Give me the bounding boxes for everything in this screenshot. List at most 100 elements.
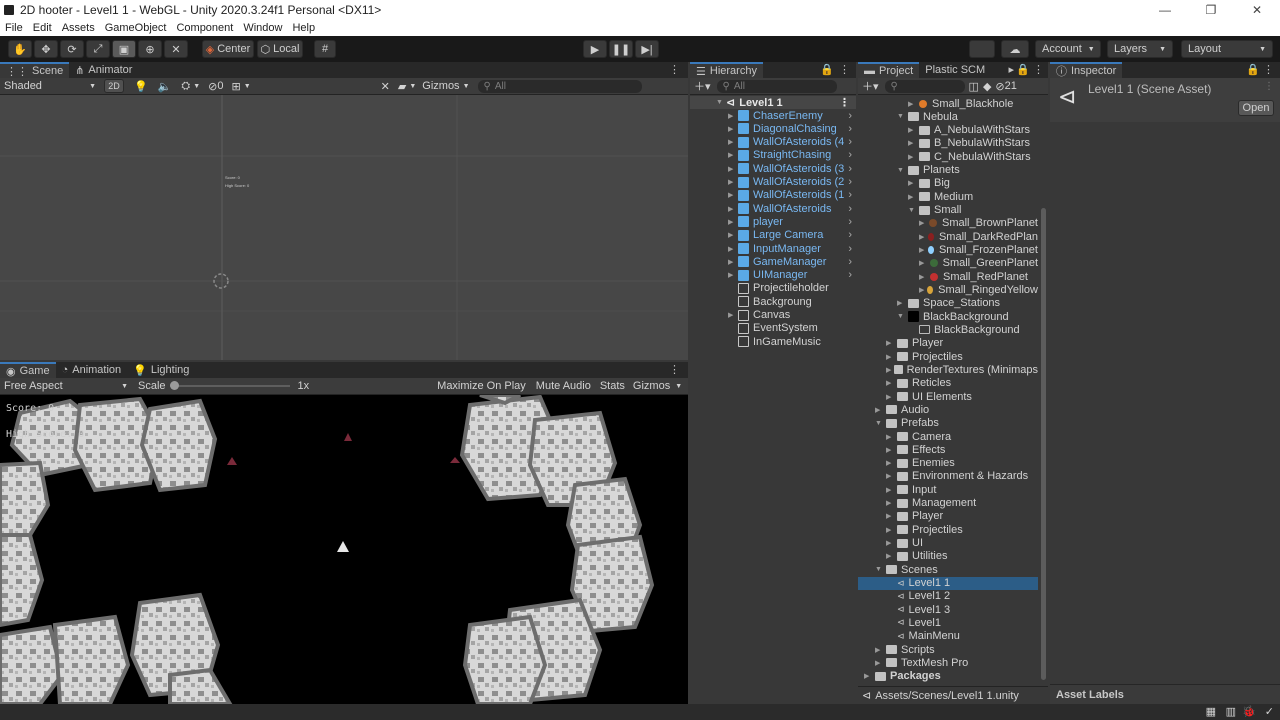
- open-prefab-chevron-icon[interactable]: ›: [848, 256, 852, 268]
- scene-search-input[interactable]: ⚲ All: [477, 79, 642, 93]
- hierarchy-item[interactable]: ▶ WallOfAsteroids (2 ›: [690, 176, 856, 189]
- expand-arrow-icon[interactable]: ▶: [886, 472, 897, 480]
- expand-arrow-icon[interactable]: ▶: [875, 646, 886, 654]
- minimize-button[interactable]: —: [1142, 3, 1188, 17]
- panel-menu-icon[interactable]: ⋮: [1033, 63, 1044, 76]
- menu-help[interactable]: Help: [292, 22, 315, 34]
- hierarchy-item[interactable]: ▶ WallOfAsteroids ›: [690, 202, 856, 215]
- tab-game[interactable]: ◉ Game: [0, 362, 56, 378]
- expand-arrow-icon[interactable]: ▶: [886, 526, 897, 534]
- project-item[interactable]: ⊲ MainMenu: [858, 630, 1038, 643]
- project-item[interactable]: ▶ Packages: [858, 670, 1038, 683]
- hierarchy-item[interactable]: ▶ DiagonalChasing ›: [690, 122, 856, 135]
- expand-arrow-icon[interactable]: ▶: [886, 379, 897, 387]
- expand-arrow-icon[interactable]: ▶: [728, 125, 738, 133]
- grid-icon[interactable]: ⊞: [232, 80, 241, 93]
- tab-animator[interactable]: ⋔ Animator: [69, 62, 138, 78]
- hierarchy-item[interactable]: Projectileholder: [690, 282, 856, 295]
- project-item[interactable]: ⊲ Level1 3: [858, 603, 1038, 616]
- project-item[interactable]: ▶ Scripts: [858, 643, 1038, 656]
- project-item[interactable]: ▼ Scenes: [858, 563, 1038, 576]
- project-item[interactable]: ▶ RenderTextures (Minimaps: [858, 363, 1038, 376]
- hierarchy-item[interactable]: ▶ Canvas: [690, 309, 856, 322]
- expand-arrow-icon[interactable]: ▶: [919, 246, 928, 254]
- hierarchy-item[interactable]: ▶ player ›: [690, 215, 856, 228]
- hierarchy-search-input[interactable]: ⚲ All: [716, 79, 837, 93]
- add-icon[interactable]: ＋▾: [694, 78, 711, 94]
- project-item[interactable]: ⊲ Level1: [858, 616, 1038, 629]
- tab-scene[interactable]: ⋮⋮ Scene: [0, 62, 70, 78]
- project-item[interactable]: ⊲ Level1 2: [858, 590, 1038, 603]
- lock-icon[interactable]: 🔒: [1246, 63, 1260, 76]
- expand-arrow-icon[interactable]: ▼: [897, 113, 908, 120]
- rect-tool-icon[interactable]: ▣: [112, 40, 136, 58]
- expand-arrow-icon[interactable]: ▶: [886, 433, 897, 441]
- transform-tool-icon[interactable]: ⊕: [138, 40, 162, 58]
- expand-arrow-icon[interactable]: ▶: [886, 353, 897, 361]
- cloud-icon[interactable]: ☁: [1001, 40, 1029, 58]
- expand-arrow-icon[interactable]: ▼: [875, 566, 886, 573]
- expand-arrow-icon[interactable]: ▶: [728, 231, 738, 239]
- project-item[interactable]: ▶ Management: [858, 497, 1038, 510]
- open-prefab-chevron-icon[interactable]: ›: [848, 189, 852, 201]
- project-item[interactable]: ▶ Audio: [858, 403, 1038, 416]
- open-prefab-chevron-icon[interactable]: ›: [848, 163, 852, 175]
- project-item[interactable]: ▶ A_NebulaWithStars: [858, 124, 1038, 137]
- shading-dropdown[interactable]: Shaded ▼: [0, 80, 100, 92]
- expand-arrow-icon[interactable]: ▶: [919, 233, 928, 241]
- open-prefab-chevron-icon[interactable]: ›: [848, 269, 852, 281]
- layers-dropdown[interactable]: Layers ▼: [1107, 40, 1173, 58]
- menu-window[interactable]: Window: [243, 22, 282, 34]
- hierarchy-item[interactable]: EventSystem: [690, 322, 856, 335]
- audio-icon[interactable]: 🔈: [158, 80, 172, 93]
- lock-icon[interactable]: 🔒: [820, 63, 834, 76]
- project-item[interactable]: ▶ B_NebulaWithStars: [858, 137, 1038, 150]
- hierarchy-item[interactable]: ▶ GameManager ›: [690, 255, 856, 268]
- hand-tool-icon[interactable]: ✋: [8, 40, 32, 58]
- project-item[interactable]: ▶ Camera: [858, 430, 1038, 443]
- open-prefab-chevron-icon[interactable]: ›: [848, 216, 852, 228]
- project-item[interactable]: ▶ Small_RedPlanet: [858, 270, 1038, 283]
- chevron-down-icon[interactable]: ▼: [675, 383, 682, 390]
- chevron-down-icon[interactable]: ▼: [193, 83, 200, 90]
- expand-arrow-icon[interactable]: ▶: [908, 139, 919, 147]
- open-prefab-chevron-icon[interactable]: ›: [848, 243, 852, 255]
- label-icon[interactable]: ◆: [983, 80, 991, 93]
- pause-icon[interactable]: ❚❚: [609, 40, 633, 58]
- expand-arrow-icon[interactable]: ▶: [728, 311, 738, 319]
- tab-project[interactable]: ▬ Project: [858, 62, 920, 78]
- menu-file[interactable]: File: [5, 22, 23, 34]
- hierarchy-item[interactable]: ▶ Large Camera ›: [690, 229, 856, 242]
- project-item[interactable]: ▶ Small_FrozenPlanet: [858, 244, 1038, 257]
- project-item[interactable]: ▼ BlackBackground: [858, 310, 1038, 323]
- project-item[interactable]: ▶ Space_Stations: [858, 297, 1038, 310]
- hierarchy-item[interactable]: ▶ WallOfAsteroids (4 ›: [690, 136, 856, 149]
- close-button[interactable]: ✕: [1234, 3, 1280, 17]
- expand-arrow-icon[interactable]: ▶: [728, 151, 738, 159]
- maximize-on-play-toggle[interactable]: Maximize On Play: [434, 380, 529, 392]
- expand-arrow-icon[interactable]: ▶: [886, 539, 897, 547]
- project-item[interactable]: ▶ Medium: [858, 190, 1038, 203]
- menu-edit[interactable]: Edit: [33, 22, 52, 34]
- expand-arrow-icon[interactable]: ▶: [897, 299, 908, 307]
- project-item[interactable]: ▶ Projectiles: [858, 523, 1038, 536]
- tab-hierarchy[interactable]: ☰ Hierarchy: [690, 62, 763, 78]
- expand-arrow-icon[interactable]: ▶: [886, 486, 897, 494]
- expand-arrow-icon[interactable]: ▼: [716, 99, 726, 106]
- mute-audio-toggle[interactable]: Mute Audio: [533, 380, 594, 392]
- open-prefab-chevron-icon[interactable]: ›: [848, 176, 852, 188]
- project-item[interactable]: ▶ Big: [858, 177, 1038, 190]
- expand-arrow-icon[interactable]: ▶: [919, 259, 930, 267]
- expand-arrow-icon[interactable]: ▶: [864, 672, 875, 680]
- pivot-local-button[interactable]: ⬡ Local: [257, 40, 303, 58]
- mode-2d-button[interactable]: 2D: [104, 79, 124, 93]
- scale-tool-icon[interactable]: ⤢: [86, 40, 110, 58]
- expand-arrow-icon[interactable]: ▶: [919, 273, 930, 281]
- expand-arrow-icon[interactable]: ▶: [728, 138, 738, 146]
- expand-arrow-icon[interactable]: ▶: [728, 218, 738, 226]
- expand-arrow-icon[interactable]: ▶: [886, 512, 897, 520]
- open-prefab-chevron-icon[interactable]: ›: [848, 229, 852, 241]
- add-icon[interactable]: ＋▾: [862, 78, 879, 94]
- expand-arrow-icon[interactable]: ▶: [908, 179, 919, 187]
- expand-arrow-icon[interactable]: ▶: [728, 205, 738, 213]
